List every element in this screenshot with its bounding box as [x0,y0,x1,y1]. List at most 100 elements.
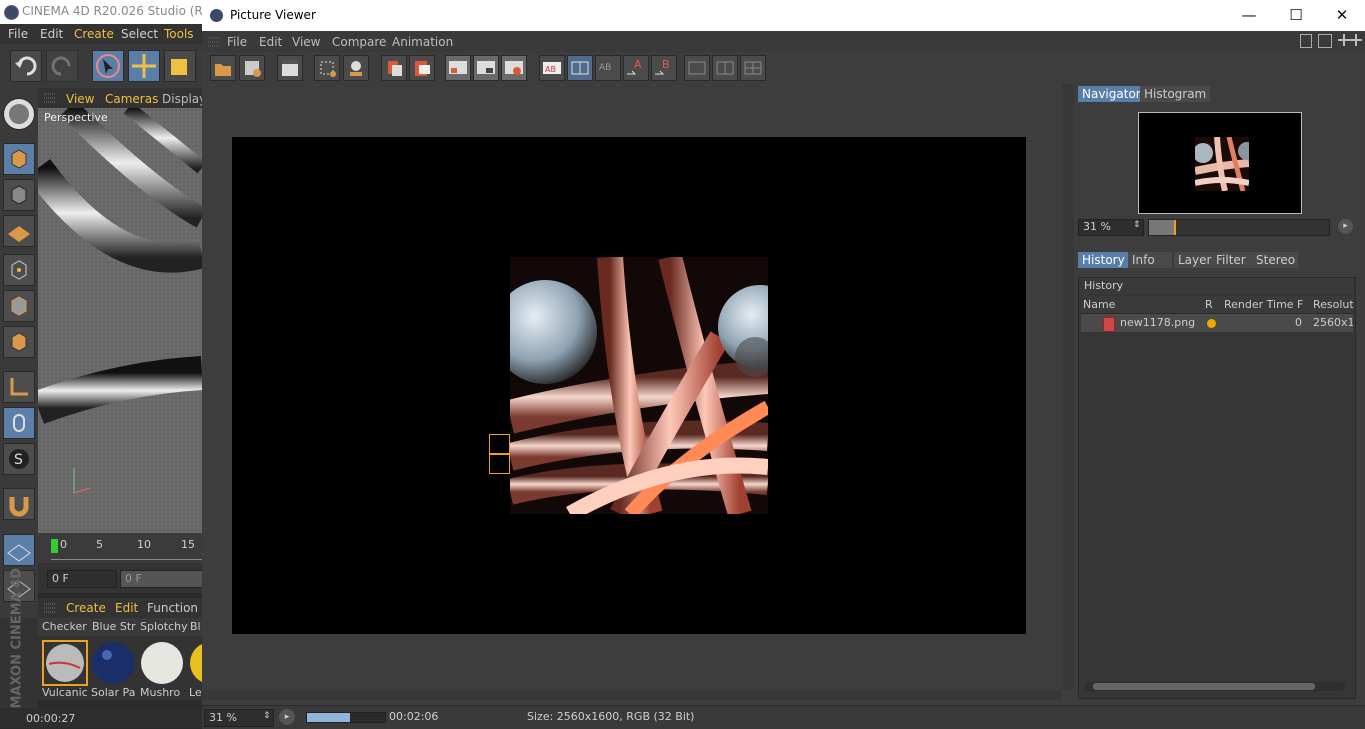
move-tool-button[interactable] [128,50,160,82]
zoom-search-button[interactable] [343,55,369,81]
c4d-menu-select[interactable]: Select [121,27,158,41]
material-menu-function[interactable]: Function [147,601,198,615]
tab-history[interactable]: History [1078,252,1129,268]
current-frame-field[interactable]: 0 F [47,570,117,588]
polygons-mode-button[interactable] [3,326,35,358]
material-swatch[interactable] [42,640,88,686]
model-mode-button[interactable] [3,143,35,175]
tile-grid-button[interactable] [314,55,340,81]
frame-range-slider[interactable]: 0 F [120,570,204,588]
locked-workplane-button[interactable] [3,534,35,566]
set-a-button[interactable]: A [623,55,649,81]
select-tool-button[interactable] [92,50,124,82]
close-button[interactable]: ✕ [1331,4,1353,26]
zoom-field[interactable]: 31 % ⇕ [204,709,274,727]
viewport-menu-cameras[interactable]: Cameras [105,92,158,106]
show-users-button[interactable] [501,55,527,81]
navigator-thumbnail[interactable] [1138,112,1302,214]
scale-tool-button[interactable] [164,50,196,82]
tab-filter[interactable]: Filter [1212,252,1256,268]
viewport-menu-display[interactable]: Display [162,92,206,106]
axis-mode-button[interactable] [3,371,35,403]
c4d-menu-file[interactable]: File [8,27,28,41]
points-mode-button[interactable] [3,254,35,286]
magnet-button[interactable] [3,488,35,520]
layout-2-button[interactable] [712,55,738,81]
minimize-button[interactable]: — [1238,4,1260,26]
tab-layer[interactable]: Layer [1174,252,1216,268]
material-swatch[interactable] [139,640,185,686]
c4d-menu-edit[interactable]: Edit [40,27,63,41]
redo-button[interactable] [46,50,78,82]
compare-ab-button[interactable]: AB [539,55,565,81]
material-tab[interactable]: Checker [42,620,87,633]
column-header-resolution[interactable]: Resolut [1313,298,1354,311]
snap-button[interactable]: S [3,443,35,475]
rendered-image[interactable] [510,257,768,514]
spin-arrows-icon[interactable]: ⇕ [263,711,271,721]
copy-image-button[interactable] [381,55,407,81]
tab-navigator[interactable]: Navigator [1078,86,1145,102]
material-swatch[interactable] [188,640,202,686]
material-menu-create[interactable]: Create [66,601,106,615]
material-tab[interactable]: Splotchy [140,620,188,633]
paste-image-button[interactable] [409,55,435,81]
timeline-playhead[interactable] [51,539,58,553]
menu-edit[interactable]: Edit [259,35,282,49]
column-header-r[interactable]: R [1205,298,1213,311]
drag-grip-icon[interactable] [208,36,220,48]
c4d-menu-tools[interactable]: Tools [164,27,194,41]
column-header-name[interactable]: Name [1083,298,1115,311]
tweak-mode-button[interactable] [3,407,35,439]
play-button[interactable]: ▸ [279,709,295,725]
material-tab[interactable]: Bl [190,620,201,633]
save-button[interactable] [239,55,265,81]
column-header-frame[interactable]: F [1297,298,1303,311]
set-b-button[interactable]: B [651,55,677,81]
show-single-button[interactable] [445,55,471,81]
undo-button[interactable] [10,50,42,82]
image-canvas-area[interactable] [202,84,1062,690]
viewport-menu-view[interactable]: View [66,92,94,106]
open-file-button[interactable] [210,55,236,81]
compare-split-button[interactable] [567,55,593,81]
material-swatch[interactable] [90,640,136,686]
menu-animation[interactable]: Animation [392,35,453,49]
layout-1-button[interactable] [684,55,710,81]
play-icon[interactable]: ▸ [1338,219,1353,234]
render-settings-button[interactable] [277,55,303,81]
3d-viewport[interactable]: Perspective [38,108,202,533]
menu-view[interactable]: View [292,35,320,49]
column-header-render-time[interactable]: Render Time [1224,298,1294,311]
edges-mode-button[interactable] [3,290,35,322]
maximize-button[interactable]: ☐ [1285,4,1307,26]
show-region-button[interactable] [473,55,499,81]
c4d-menu-create[interactable]: Create [74,27,114,41]
menu-compare[interactable]: Compare [332,35,386,49]
canvas-vertical-scrollbar[interactable] [1062,84,1074,690]
drag-grip-icon[interactable] [44,602,56,614]
material-menu-edit[interactable]: Edit [115,601,138,615]
history-horizontal-scrollbar[interactable] [1085,682,1345,691]
navigator-zoom-field[interactable]: 31 % ⇕ [1078,219,1144,236]
drag-grip-icon[interactable] [44,92,56,104]
menu-file[interactable]: File [227,35,247,49]
tab-stereo[interactable]: Stereo [1252,252,1298,268]
timeline[interactable]: 0 5 10 15 [38,533,202,563]
compare-diff-button[interactable]: AB [595,55,621,81]
workplane-button[interactable] [3,215,35,247]
tab-info[interactable]: Info [1128,252,1172,268]
navigator-zoom-slider[interactable] [1148,219,1330,236]
layout-3-button[interactable] [740,55,766,81]
canvas-horizontal-scrollbar[interactable] [202,690,1062,700]
spin-arrows-icon[interactable]: ⇕ [1133,220,1141,230]
texture-mode-button[interactable] [3,179,35,211]
panel-layout-icon[interactable] [1300,34,1312,48]
move-panels-icon[interactable] [1338,33,1362,47]
tab-histogram[interactable]: Histogram [1140,86,1211,102]
material-tab[interactable]: Blue Str [92,620,136,633]
history-row[interactable]: new1178.png 0 2560x1 [1081,314,1353,332]
new-window-icon[interactable] [1318,34,1332,48]
scrollbar-thumb[interactable] [1093,683,1315,690]
globe-tool-button[interactable] [3,98,35,130]
